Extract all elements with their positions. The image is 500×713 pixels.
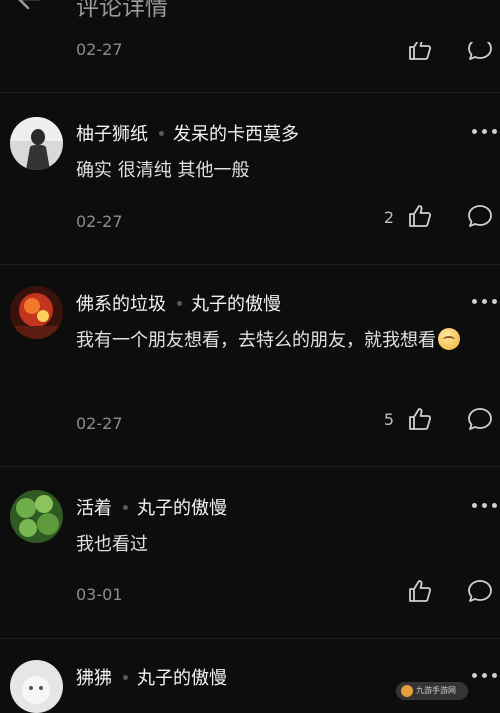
- divider: [0, 92, 500, 93]
- comment-text: 我有一个朋友想看，去特么的朋友，就我想看: [76, 324, 488, 357]
- comment-text: 确实 很清纯 其他一般: [76, 160, 250, 181]
- like-icon[interactable]: [407, 578, 433, 604]
- reply-to-name[interactable]: 丸子的傲慢: [137, 664, 227, 690]
- separator-dot: [159, 130, 164, 136]
- comment-icon[interactable]: [466, 406, 494, 432]
- back-arrow-icon[interactable]: [14, 0, 44, 14]
- comment-text: 我也看过: [76, 534, 148, 555]
- comment-header: 活着 丸子的傲慢: [76, 494, 227, 520]
- author-name[interactable]: 柚子狮纸: [76, 120, 148, 146]
- comment-date: 02-27: [76, 414, 123, 433]
- more-dots-icon[interactable]: [472, 501, 498, 511]
- divider: [0, 264, 500, 265]
- more-dots-icon[interactable]: [472, 671, 498, 681]
- like-icon[interactable]: [407, 203, 433, 229]
- avatar[interactable]: [10, 490, 63, 543]
- comment-date: 02-27: [76, 212, 123, 231]
- separator-dot: [123, 504, 128, 510]
- comment-icon[interactable]: [466, 42, 494, 62]
- comment-date: 03-01: [76, 585, 123, 604]
- separator-dot: [177, 300, 182, 306]
- comment-icon[interactable]: [466, 203, 494, 229]
- comment-header: 狒狒 丸子的傲慢: [76, 664, 227, 690]
- reply-to-name[interactable]: 发呆的卡西莫多: [173, 120, 299, 146]
- like-count: 5: [383, 410, 394, 429]
- divider: [0, 466, 500, 467]
- divider: [0, 638, 500, 639]
- watermark-logo-icon: [401, 685, 413, 697]
- comment-text-content: 我有一个朋友想看，去特么的朋友，就我想看: [76, 330, 436, 351]
- like-icon[interactable]: [407, 42, 433, 62]
- reply-to-name[interactable]: 丸子的傲慢: [137, 494, 227, 520]
- more-dots-icon[interactable]: [472, 297, 498, 307]
- like-count: 2: [383, 208, 394, 227]
- author-name[interactable]: 狒狒: [76, 664, 112, 690]
- smiling-face-icon: [438, 328, 460, 350]
- comment-icon[interactable]: [466, 578, 494, 604]
- author-name[interactable]: 佛系的垃圾: [76, 290, 166, 316]
- avatar[interactable]: [10, 286, 63, 339]
- comment-date: 02-27: [76, 40, 123, 59]
- watermark: 九游手游网: [396, 682, 468, 700]
- like-icon[interactable]: [407, 406, 433, 432]
- comment-header: 佛系的垃圾 丸子的傲慢: [76, 290, 281, 316]
- top-bar: 评论详情: [0, 0, 500, 32]
- comment-header: 柚子狮纸 发呆的卡西莫多: [76, 120, 299, 146]
- avatar[interactable]: [10, 660, 63, 713]
- more-dots-icon[interactable]: [472, 127, 498, 137]
- author-name[interactable]: 活着: [76, 494, 112, 520]
- watermark-text: 九游手游网: [416, 686, 456, 695]
- page-title: 评论详情: [76, 0, 168, 21]
- reply-to-name[interactable]: 丸子的傲慢: [191, 290, 281, 316]
- separator-dot: [123, 674, 128, 680]
- avatar[interactable]: [10, 117, 63, 170]
